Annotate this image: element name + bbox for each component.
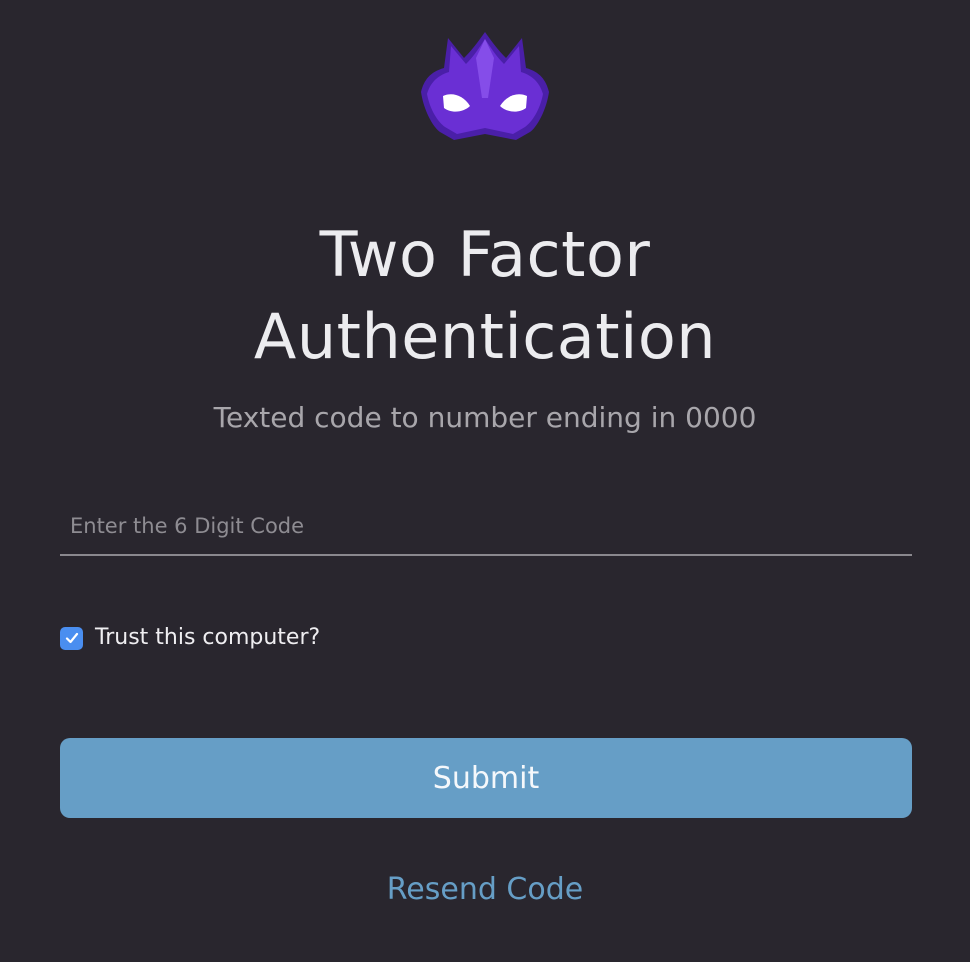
code-field: [60, 498, 912, 556]
code-input[interactable]: [60, 498, 912, 554]
submit-button[interactable]: Submit: [60, 738, 912, 818]
trust-checkbox-label[interactable]: Trust this computer?: [95, 622, 320, 654]
two-factor-page: Two Factor Authentication Texted code to…: [0, 0, 970, 962]
page-title: Two Factor Authentication: [0, 214, 970, 378]
trust-checkbox[interactable]: [60, 626, 83, 650]
resend-code-link[interactable]: Resend Code: [0, 868, 970, 912]
checkmark-icon: [65, 632, 78, 644]
subtitle-text: Texted code to number ending in 0000: [213, 401, 757, 434]
title-line-1: Two Factor: [319, 218, 651, 291]
title-line-2: Authentication: [253, 300, 717, 373]
purple-mask-logo-icon: [421, 32, 549, 140]
trust-computer-row[interactable]: Trust this computer?: [60, 622, 320, 654]
